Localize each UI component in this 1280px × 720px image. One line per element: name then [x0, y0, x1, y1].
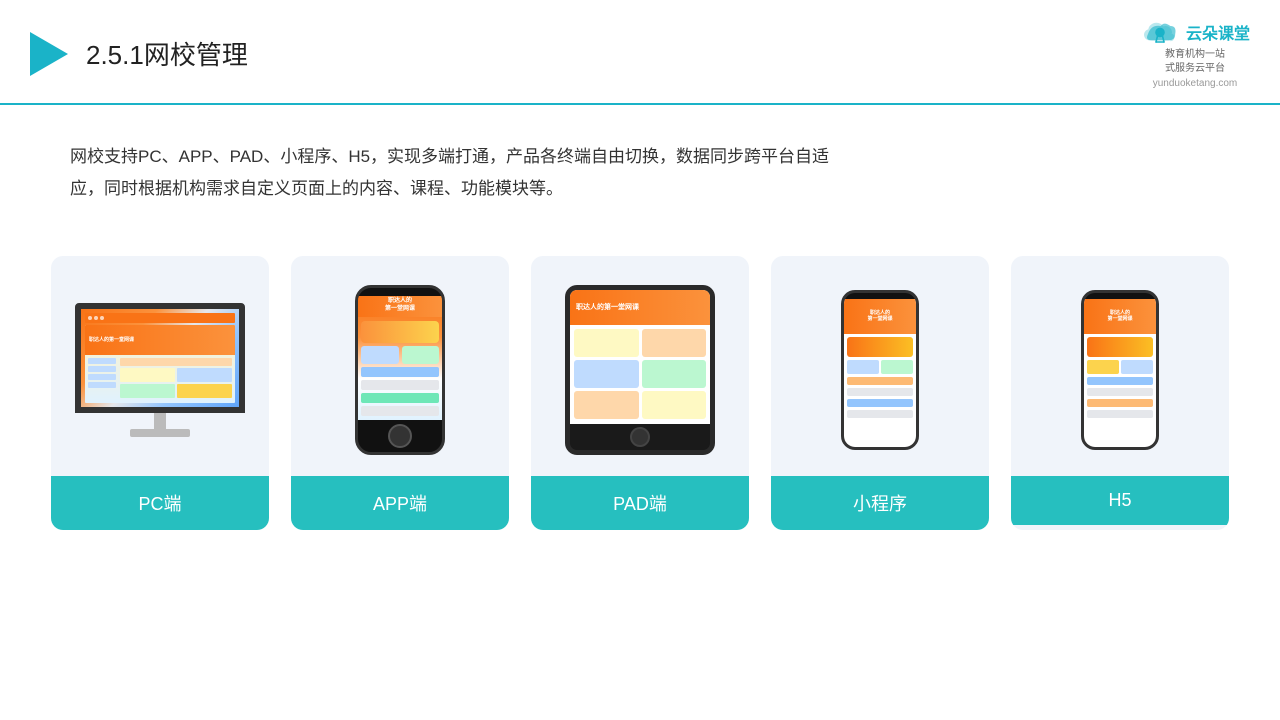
h5-phone-mockup: 职达人的第一堂网课 [1081, 290, 1159, 450]
card-pc-label: PC端 [51, 476, 269, 530]
h5-phone-screen: 职达人的第一堂网课 [1084, 299, 1156, 447]
description-text: 网校支持PC、APP、PAD、小程序、H5，实现多端打通，产品各终端自由切换，数… [0, 105, 900, 226]
card-miniprogram: 职达人的第一堂网课 [771, 256, 989, 530]
card-app-label: APP端 [291, 476, 509, 530]
miniprogram-phone-mockup: 职达人的第一堂网课 [841, 290, 919, 450]
monitor-screen: 职达人的第一堂网课 [75, 303, 245, 413]
page-header: 2.5.1网校管理 云朵课堂 教育机构一站 式服务云平台 yunduoketan… [0, 0, 1280, 105]
card-pc: 职达人的第一堂网课 [51, 256, 269, 530]
cards-area: 职达人的第一堂网课 [0, 236, 1280, 530]
cloud-logo-icon [1140, 18, 1180, 46]
card-pad-image: 职达人的第一堂网课 [531, 256, 749, 476]
h5-phone-body-slim: 职达人的第一堂网课 [1081, 290, 1159, 450]
logo-text: 云朵课堂 [1186, 20, 1250, 44]
tablet-body: 职达人的第一堂网课 [565, 285, 715, 455]
tablet-home-button [630, 427, 650, 447]
card-app-image: 职达人的第一堂网课 [291, 256, 509, 476]
card-miniprogram-image: 职达人的第一堂网课 [771, 256, 989, 476]
logo-cloud: 云朵课堂 [1140, 18, 1250, 46]
phone-screen: 职达人的第一堂网课 [358, 296, 442, 420]
card-h5: 职达人的第一堂网课 [1011, 256, 1229, 530]
phone-body: 职达人的第一堂网课 [355, 285, 445, 455]
phone-notch-slim [868, 293, 893, 299]
tablet-screen: 职达人的第一堂网课 [570, 290, 710, 424]
play-icon [30, 32, 68, 76]
phone-screen-slim: 职达人的第一堂网课 [844, 299, 916, 447]
card-h5-label: H5 [1011, 476, 1229, 525]
card-pad: 职达人的第一堂网课 PAD端 [531, 256, 749, 530]
card-pad-label: PAD端 [531, 476, 749, 530]
logo-subtitle: 教育机构一站 式服务云平台 [1165, 48, 1225, 76]
tablet-mockup: 职达人的第一堂网课 [565, 285, 715, 455]
phone-notch [385, 288, 415, 296]
pc-monitor-mockup: 职达人的第一堂网课 [75, 303, 245, 437]
card-h5-image: 职达人的第一堂网课 [1011, 256, 1229, 476]
phone-home-button [388, 424, 412, 448]
header-left: 2.5.1网校管理 [30, 32, 248, 76]
h5-phone-notch [1108, 293, 1133, 299]
card-miniprogram-label: 小程序 [771, 476, 989, 530]
logo-area: 云朵课堂 教育机构一站 式服务云平台 yunduoketang.com [1140, 18, 1250, 89]
phone-body-slim: 职达人的第一堂网课 [841, 290, 919, 450]
card-pc-image: 职达人的第一堂网课 [51, 256, 269, 476]
logo-url: yunduoketang.com [1153, 78, 1238, 89]
card-app: 职达人的第一堂网课 [291, 256, 509, 530]
page-title: 2.5.1网校管理 [86, 35, 248, 72]
app-phone-mockup: 职达人的第一堂网课 [355, 285, 445, 455]
